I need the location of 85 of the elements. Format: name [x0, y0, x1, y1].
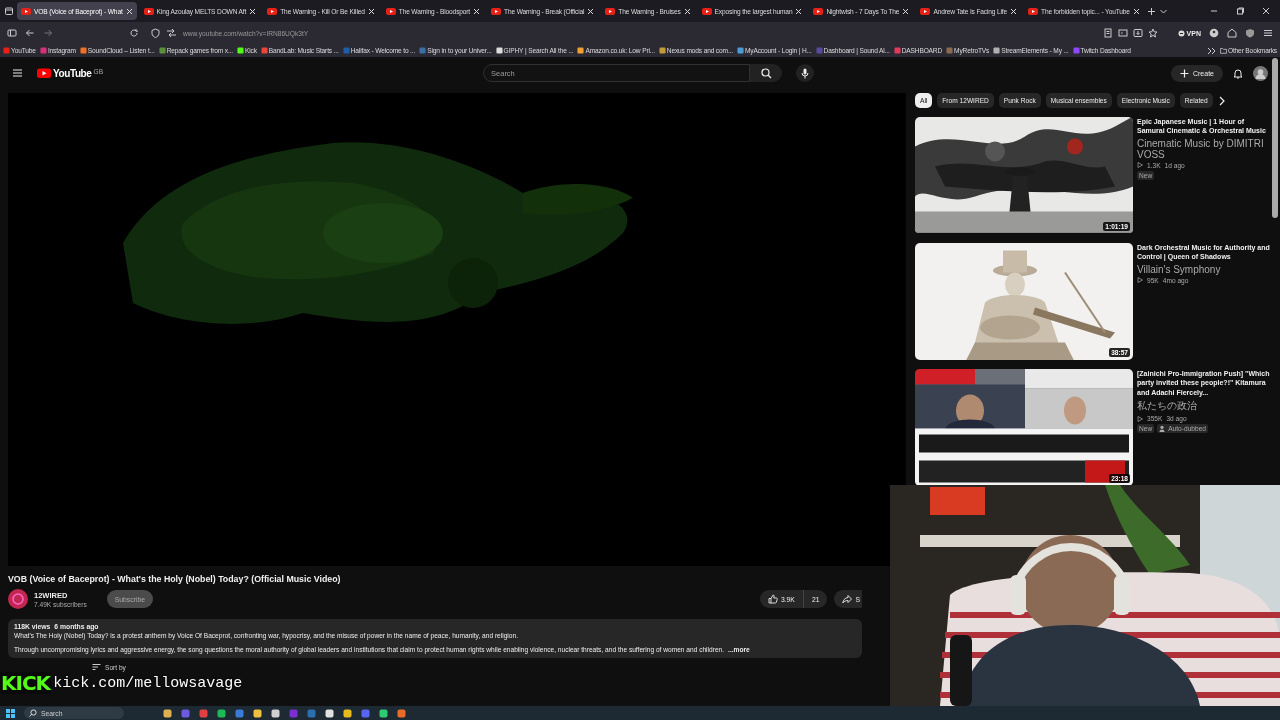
- channel-name[interactable]: Cinematic Music by DIMITRI VOSS: [1137, 137, 1270, 160]
- channel-name[interactable]: Villain's Symphony: [1137, 263, 1270, 275]
- play-icon: [1137, 277, 1143, 284]
- bookmark-icon: [495, 47, 503, 54]
- share-icon: [842, 594, 853, 604]
- youtube-icon: [267, 6, 278, 16]
- close-icon[interactable]: [902, 7, 910, 15]
- back-icon[interactable]: [25, 28, 35, 38]
- forward-icon: [43, 28, 53, 38]
- close-icon[interactable]: [125, 7, 133, 15]
- video-title: VOB (Voice of Baceprot) - What's the Holy (Nobel) Today? (Official Music Video): [8, 574, 342, 584]
- restore-icon[interactable]: [1236, 7, 1244, 15]
- bookmark-icon: [993, 47, 1001, 54]
- close-icon[interactable]: [1262, 7, 1270, 15]
- youtube-icon: [605, 6, 616, 16]
- youtube-icon: [37, 68, 51, 78]
- youtube-logo[interactable]: YouTube $^{GB}$: [37, 67, 104, 79]
- sidebar-icon[interactable]: [7, 28, 17, 38]
- shield-icon[interactable]: [1245, 28, 1255, 38]
- plus-icon: [1180, 68, 1189, 78]
- microphone-icon: [801, 67, 810, 79]
- close-icon[interactable]: [367, 7, 375, 15]
- windows-icon[interactable]: [6, 708, 15, 718]
- bookmark-icon: [260, 47, 268, 54]
- bookmark-icon: [158, 47, 166, 54]
- close-icon[interactable]: [1010, 7, 1018, 15]
- youtube-icon: [1028, 6, 1039, 16]
- youtube-icon: [920, 6, 931, 16]
- youtube-icon: [21, 6, 31, 16]
- search-icon: [29, 709, 37, 717]
- bookmark-icon: [342, 47, 350, 54]
- youtube-icon: [385, 6, 396, 16]
- download-icon[interactable]: [1132, 28, 1143, 38]
- close-icon[interactable]: [1132, 7, 1140, 15]
- close-icon[interactable]: [473, 7, 481, 15]
- chevron-right-icon[interactable]: [1217, 95, 1226, 106]
- sort-icon[interactable]: [92, 663, 101, 672]
- kick-url: kick.com/mellowsavage: [53, 674, 243, 692]
- voice-search-button[interactable]: [796, 64, 815, 82]
- avatar-icon[interactable]: [1253, 65, 1268, 81]
- thumbs-up-icon: [767, 594, 778, 604]
- minimize-icon[interactable]: [1210, 7, 1218, 15]
- bookmark-icon: [3, 47, 10, 54]
- tab-list-icon[interactable]: [4, 6, 14, 16]
- bookmark-icon: [577, 47, 585, 54]
- bookmark-icon: [79, 47, 87, 54]
- bookmark-icon: [893, 47, 901, 54]
- plus-icon[interactable]: [1146, 6, 1156, 16]
- overflow-icon[interactable]: [1206, 46, 1216, 55]
- picture-in-picture-icon[interactable]: [1117, 28, 1128, 38]
- menu-icon[interactable]: [1263, 28, 1273, 38]
- bell-icon[interactable]: [1233, 67, 1243, 79]
- vpn-icon: [1177, 29, 1185, 37]
- channel-avatar-icon[interactable]: [8, 589, 28, 609]
- search-icon: [760, 67, 772, 79]
- bookmark-icon: [946, 47, 954, 54]
- youtube-icon: [491, 6, 502, 16]
- star-icon[interactable]: [1147, 28, 1158, 38]
- menu-icon[interactable]: [12, 68, 23, 78]
- bookmark-icon: [736, 47, 744, 54]
- shield-icon: [151, 28, 160, 38]
- bookmark-icon: [39, 47, 47, 54]
- person-voice-icon: [1159, 425, 1167, 433]
- youtube-icon: [813, 6, 824, 16]
- play-icon: [1137, 415, 1143, 422]
- reader-icon[interactable]: [1102, 28, 1113, 38]
- channel-name[interactable]: 私たちの政治: [1137, 399, 1270, 414]
- youtube-icon: [701, 6, 712, 16]
- tracking-icon: [166, 28, 177, 38]
- play-icon: [1137, 162, 1143, 169]
- account-icon[interactable]: [1209, 28, 1219, 38]
- close-icon[interactable]: [249, 7, 257, 15]
- bookmark-icon: [419, 47, 427, 54]
- kick-logo: KICK: [0, 672, 52, 694]
- bookmark-icon: [1072, 47, 1080, 54]
- close-icon[interactable]: [683, 7, 691, 15]
- reload-icon[interactable]: [129, 28, 139, 38]
- bookmark-icon: [815, 47, 823, 54]
- close-icon[interactable]: [795, 7, 803, 15]
- bookmark-icon: [236, 47, 244, 54]
- folder-icon: [1219, 47, 1227, 54]
- search-button[interactable]: [750, 64, 783, 82]
- close-icon[interactable]: [587, 7, 595, 15]
- bookmark-icon: [658, 47, 666, 54]
- youtube-icon: [143, 6, 154, 16]
